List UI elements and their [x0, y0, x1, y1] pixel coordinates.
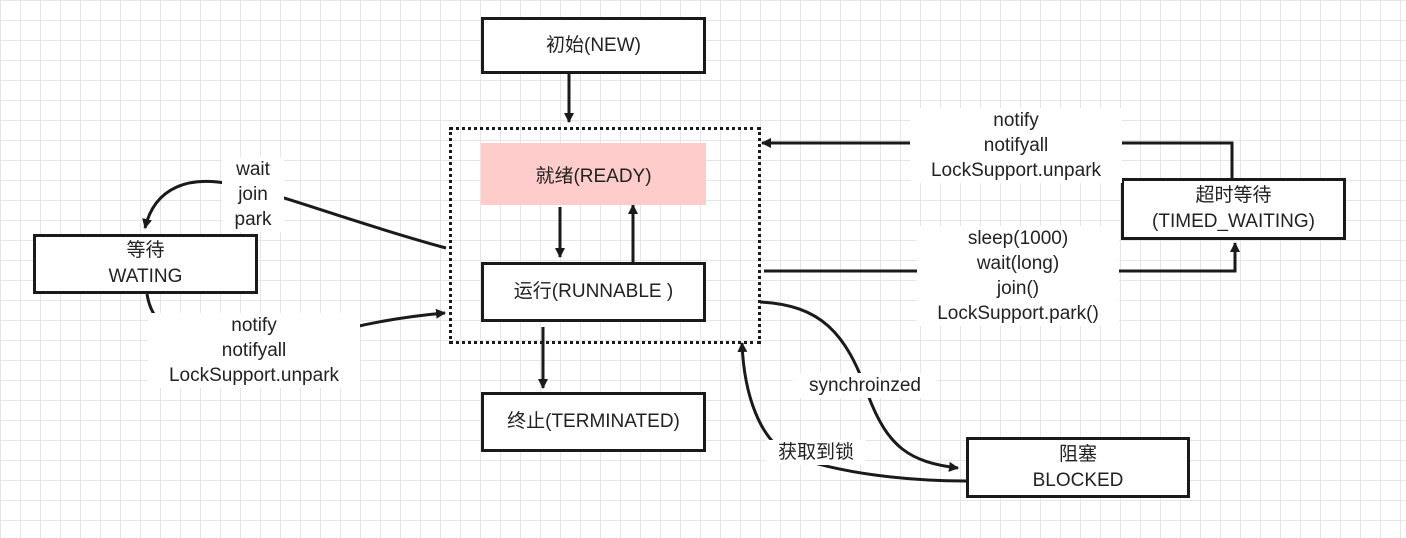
state-new-label: 初始(NEW)	[546, 34, 641, 56]
state-waiting-line: WATING	[108, 266, 183, 287]
state-runnable-label: 运行(RUNNABLE )	[513, 281, 674, 302]
label-from-timed-waiting: notify notifyall LockSupport.unpark	[910, 108, 1122, 183]
label-from-timed-waiting-line: notify	[993, 110, 1039, 131]
state-blocked-line: BLOCKED	[1032, 469, 1124, 491]
state-timed-waiting-line: 超时等待	[1195, 185, 1272, 206]
label-to-timed-waiting-line: wait(long)	[976, 253, 1060, 274]
label-from-blocked-text: 获取到锁	[777, 442, 854, 463]
label-to-waiting-line: join	[238, 184, 268, 205]
label-to-timed-waiting-line: sleep(1000)	[967, 228, 1069, 249]
state-runnable: 运行(RUNNABLE )	[481, 262, 706, 322]
label-from-timed-waiting-line: notifyall	[983, 135, 1049, 156]
state-blocked-line: 阻塞	[1058, 443, 1097, 465]
state-ready-label: 就绪(READY)	[535, 165, 652, 187]
state-waiting-line: 等待	[126, 240, 165, 261]
state-waiting: 等待 WATING	[33, 234, 258, 294]
state-terminated-label: 终止(TERMINATED)	[507, 411, 680, 432]
state-new: 初始(NEW)	[481, 17, 706, 74]
label-to-timed-waiting-line: LockSupport.park()	[937, 303, 1099, 324]
state-blocked: 阻塞 BLOCKED	[966, 437, 1190, 498]
label-from-blocked: 获取到锁	[766, 440, 866, 465]
label-to-timed-waiting-line: join()	[996, 278, 1040, 299]
label-to-timed-waiting: sleep(1000) wait(long) join() LockSuppor…	[917, 226, 1119, 326]
label-from-waiting-line: notifyall	[221, 340, 287, 361]
state-timed-waiting-line: (TIMED_WAITING)	[1152, 211, 1315, 232]
label-from-waiting-line: notify	[231, 315, 277, 336]
label-to-blocked-text: synchroinzed	[809, 375, 921, 396]
state-terminated: 终止(TERMINATED)	[481, 392, 706, 452]
label-to-waiting-line: wait	[236, 159, 270, 180]
label-from-waiting: notify notifyall LockSupport.unpark	[148, 313, 360, 388]
state-ready: 就绪(READY)	[481, 143, 706, 205]
label-to-blocked: synchroinzed	[793, 373, 937, 398]
label-to-waiting: wait join park	[222, 157, 284, 232]
state-timed-waiting: 超时等待 (TIMED_WAITING)	[1121, 178, 1346, 240]
label-from-waiting-line: LockSupport.unpark	[168, 365, 340, 386]
label-to-waiting-line: park	[234, 209, 272, 230]
label-from-timed-waiting-line: LockSupport.unpark	[930, 160, 1102, 181]
